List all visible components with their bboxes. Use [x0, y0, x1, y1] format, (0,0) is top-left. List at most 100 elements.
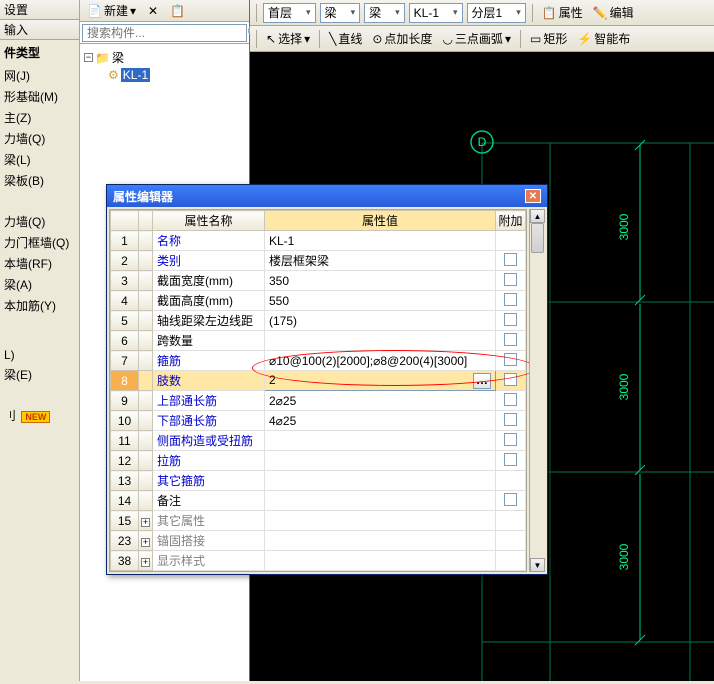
addon-cell[interactable] [496, 471, 526, 491]
checkbox[interactable] [504, 453, 517, 466]
addon-cell[interactable] [496, 311, 526, 331]
scroll-thumb[interactable] [531, 223, 544, 253]
col-add[interactable]: 附加 [496, 211, 526, 231]
table-row[interactable]: 13其它箍筋 [111, 471, 526, 491]
row-number[interactable]: 38 [111, 551, 139, 571]
cat-combo[interactable]: 梁 [320, 3, 361, 23]
addon-cell[interactable] [496, 231, 526, 251]
expand-cell[interactable]: + [139, 531, 153, 551]
collapse-icon[interactable]: − [84, 53, 93, 62]
prop-value[interactable]: 楼层框架梁 [265, 251, 496, 271]
prop-value[interactable] [265, 511, 496, 531]
col-expand[interactable] [139, 211, 153, 231]
checkbox[interactable] [504, 333, 517, 346]
prop-value[interactable] [265, 431, 496, 451]
plus-icon[interactable]: + [141, 518, 150, 527]
prop-value[interactable]: (175) [265, 311, 496, 331]
row-number[interactable]: 14 [111, 491, 139, 511]
addon-cell[interactable] [496, 531, 526, 551]
col-name[interactable]: 属性名称 [153, 211, 265, 231]
prop-value[interactable]: KL-1 [265, 231, 496, 251]
row-number[interactable]: 6 [111, 331, 139, 351]
prop-value[interactable]: 2⌀25 [265, 391, 496, 411]
tree-root[interactable]: − 📁 梁 [84, 48, 245, 67]
table-row[interactable]: 11侧面构造或受扭筋 [111, 431, 526, 451]
prop-value[interactable]: 550 [265, 291, 496, 311]
table-row[interactable]: 23+锚固搭接 [111, 531, 526, 551]
left-item[interactable]: 梁(L) [0, 149, 79, 170]
table-row[interactable]: 14备注 [111, 491, 526, 511]
row-number[interactable]: 8 [111, 371, 139, 391]
col-rownum[interactable] [111, 211, 139, 231]
member-combo[interactable]: KL-1 [409, 3, 463, 23]
row-number[interactable]: 13 [111, 471, 139, 491]
prop-value[interactable] [265, 471, 496, 491]
row-number[interactable]: 12 [111, 451, 139, 471]
prop-value[interactable]: 4⌀25 [265, 411, 496, 431]
addon-cell[interactable] [496, 451, 526, 471]
addon-cell[interactable] [496, 491, 526, 511]
tree-child[interactable]: ⚙ KL-1 [84, 67, 245, 83]
left-item[interactable]: 主(Z) [0, 107, 79, 128]
edit-button[interactable]: ✏️编辑 [590, 3, 637, 22]
prop-value[interactable] [265, 331, 496, 351]
row-number[interactable]: 15 [111, 511, 139, 531]
row-number[interactable]: 2 [111, 251, 139, 271]
table-row[interactable]: 6跨数量 [111, 331, 526, 351]
left-item[interactable]: 本加筋(Y) [0, 295, 79, 316]
checkbox[interactable] [504, 413, 517, 426]
checkbox[interactable] [504, 313, 517, 326]
ellipsis-button[interactable]: … [473, 373, 491, 389]
addon-cell[interactable] [496, 251, 526, 271]
row-number[interactable]: 7 [111, 351, 139, 371]
table-row[interactable]: 3截面宽度(mm)350 [111, 271, 526, 291]
left-item[interactable]: 梁(E) [0, 364, 79, 385]
table-row[interactable]: 8肢数…2 [111, 371, 526, 391]
prop-value[interactable] [265, 451, 496, 471]
close-icon[interactable]: ✕ [525, 189, 541, 203]
addon-cell[interactable] [496, 291, 526, 311]
checkbox[interactable] [504, 253, 517, 266]
left-item-new[interactable]: 刂 NEW [0, 405, 79, 426]
vertical-scrollbar[interactable]: ▲ ▼ [529, 209, 545, 572]
expand-cell[interactable]: + [139, 551, 153, 571]
prop-value[interactable]: 350 [265, 271, 496, 291]
row-number[interactable]: 4 [111, 291, 139, 311]
table-row[interactable]: 10下部通长筋4⌀25 [111, 411, 526, 431]
table-row[interactable]: 2类别楼层框架梁 [111, 251, 526, 271]
addon-cell[interactable] [496, 551, 526, 571]
floor-combo[interactable]: 首层 [263, 3, 316, 23]
left-item[interactable]: 力墙(Q) [0, 128, 79, 149]
point-button[interactable]: ⊙点加长度 [369, 29, 435, 48]
expand-cell[interactable]: + [139, 511, 153, 531]
rect-button[interactable]: ▭矩形 [527, 29, 570, 48]
prop-value[interactable] [265, 491, 496, 511]
addon-cell[interactable] [496, 411, 526, 431]
left-item[interactable]: 网(J) [0, 65, 79, 86]
left-item[interactable]: 梁(A) [0, 274, 79, 295]
plus-icon[interactable]: + [141, 558, 150, 567]
addon-cell[interactable] [496, 331, 526, 351]
copy-button[interactable]: 📋 [167, 3, 188, 19]
left-item[interactable]: 形基础(M) [0, 86, 79, 107]
checkbox[interactable] [504, 393, 517, 406]
addon-cell[interactable] [496, 431, 526, 451]
prop-value[interactable] [265, 551, 496, 571]
delete-button[interactable]: ✕ [145, 3, 161, 19]
addon-cell[interactable] [496, 271, 526, 291]
plus-icon[interactable]: + [141, 538, 150, 547]
new-button[interactable]: 📄新建 ▾ [84, 1, 139, 20]
checkbox[interactable] [504, 493, 517, 506]
checkbox[interactable] [504, 373, 517, 386]
layer-combo[interactable]: 分层1 [467, 3, 526, 23]
subcat-combo[interactable]: 梁 [364, 3, 405, 23]
left-item[interactable]: 本墙(RF) [0, 253, 79, 274]
row-number[interactable]: 3 [111, 271, 139, 291]
scroll-down-icon[interactable]: ▼ [530, 558, 545, 572]
checkbox[interactable] [504, 433, 517, 446]
arc-button[interactable]: ◡三点画弧 ▾ [439, 29, 514, 48]
table-row[interactable]: 7箍筋⌀10@100(2)[2000];⌀8@200(4)[3000] [111, 351, 526, 371]
smart-button[interactable]: ⚡智能布 [574, 29, 633, 48]
table-row[interactable]: 1名称KL-1 [111, 231, 526, 251]
attr-button[interactable]: 📋属性 [539, 3, 586, 22]
